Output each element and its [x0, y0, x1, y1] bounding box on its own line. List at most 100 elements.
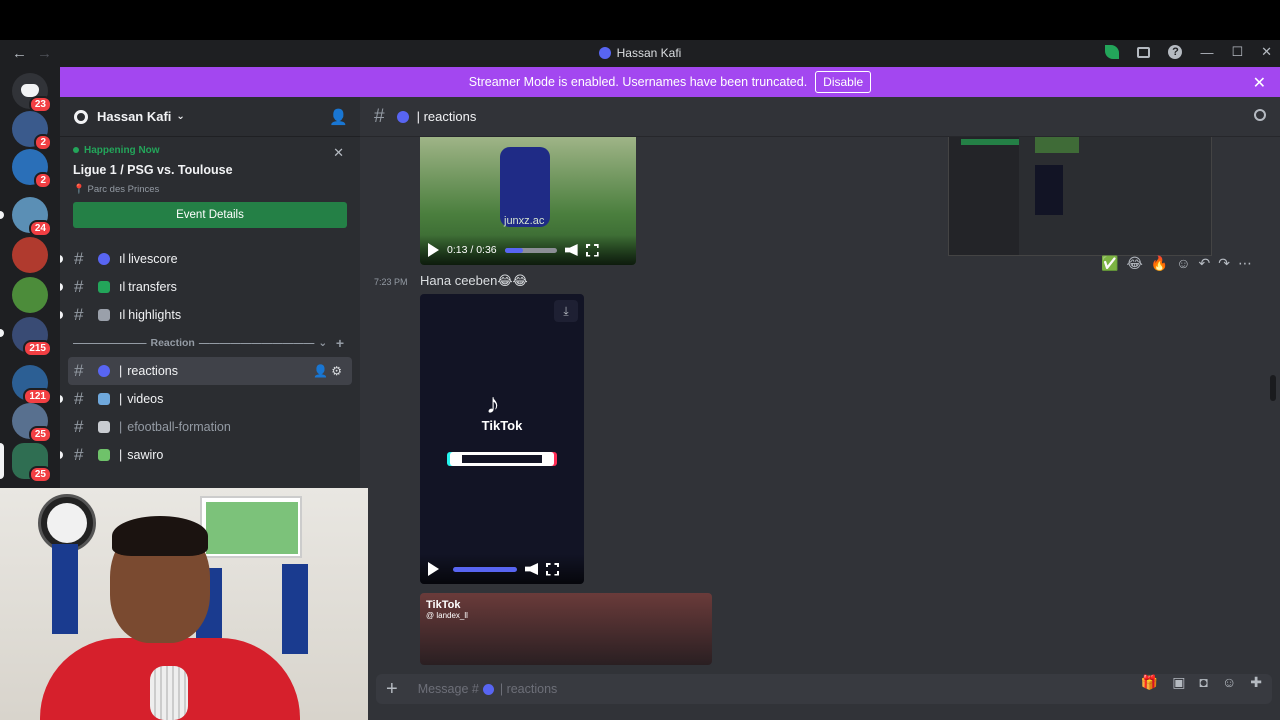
- image-emoji-icon: [98, 449, 110, 461]
- video-attachment[interactable]: junxz.ac 0:13 / 0:36: [420, 137, 636, 265]
- hash-icon: #: [74, 249, 84, 268]
- preview-video: [1035, 137, 1079, 153]
- add-attachment-icon[interactable]: +: [386, 678, 398, 701]
- server-icon[interactable]: 215: [12, 317, 52, 357]
- unread-indicator: [60, 451, 63, 459]
- help-icon[interactable]: ?: [1168, 45, 1183, 59]
- category-line: ———————————: [198, 337, 315, 349]
- maximize-icon[interactable]: ☐: [1231, 44, 1243, 60]
- channel-list: # ıl livescore # ıl transfers # ıl highl…: [60, 245, 360, 469]
- globe-emoji-icon: [98, 253, 110, 265]
- video-progress[interactable]: [504, 247, 557, 253]
- volume-icon[interactable]: [525, 563, 538, 575]
- reaction-check[interactable]: ✅: [1101, 255, 1118, 272]
- gift-icon[interactable]: 🎁: [1141, 674, 1158, 691]
- location-pin-icon: 📍: [73, 184, 85, 195]
- channel-prefix: ıl: [119, 280, 126, 294]
- emoji-icon[interactable]: ☺: [1222, 674, 1236, 691]
- channel-livescore[interactable]: # ıl livescore: [60, 245, 352, 273]
- pitch: [206, 502, 298, 554]
- channel-title: | reactions: [416, 109, 477, 124]
- event-status: Happening Now: [73, 145, 347, 156]
- reply-icon[interactable]: ↶: [1199, 255, 1211, 272]
- window-titlebar: ← → Hassan Kafi ? — ☐ ✕: [0, 40, 1280, 67]
- search-icon[interactable]: [1254, 109, 1266, 121]
- video-progress[interactable]: [453, 566, 517, 572]
- scrollbar-thumb[interactable]: [1270, 375, 1276, 401]
- nitro-leaf-icon[interactable]: [1105, 45, 1120, 59]
- server-icon[interactable]: 121: [12, 365, 52, 405]
- video-attachment[interactable]: TikTok @ landex_ll: [420, 593, 712, 665]
- server-icon[interactable]: 2: [12, 111, 52, 151]
- channel-reactions[interactable]: # | reactions 👤 ⚙: [68, 357, 352, 385]
- server-icon[interactable]: [12, 277, 48, 313]
- create-channel-icon[interactable]: +: [336, 335, 344, 351]
- disable-button[interactable]: Disable: [815, 71, 872, 93]
- close-window-icon[interactable]: ✕: [1261, 44, 1272, 60]
- gear-icon[interactable]: ⚙: [331, 364, 342, 378]
- download-icon[interactable]: ⤓: [554, 300, 578, 322]
- server-icon-active[interactable]: 25: [12, 443, 52, 483]
- close-event-icon[interactable]: ✕: [333, 145, 344, 161]
- volume-icon[interactable]: [564, 244, 578, 256]
- channel-videos[interactable]: # | videos: [60, 385, 352, 413]
- close-banner-icon[interactable]: ✕: [1253, 73, 1266, 93]
- gif-icon[interactable]: ▣: [1172, 674, 1185, 691]
- play-icon[interactable]: [428, 562, 439, 576]
- server-header[interactable]: Hassan Kafi ⌄ 👤: [60, 97, 360, 137]
- fullscreen-icon[interactable]: [585, 243, 599, 257]
- play-icon[interactable]: [428, 243, 439, 257]
- globe-emoji-icon: [482, 683, 494, 695]
- more-options-icon[interactable]: ⋯: [1238, 255, 1252, 272]
- server-icon[interactable]: 2: [12, 149, 52, 189]
- minimize-icon[interactable]: —: [1200, 45, 1213, 60]
- invite-member-icon[interactable]: 👤: [313, 364, 328, 378]
- unread-pill: [0, 211, 4, 219]
- webcam-overlay: [0, 488, 368, 720]
- category-reaction[interactable]: ——————— Reaction ——————————— ⌄ +: [60, 329, 360, 357]
- server-icon[interactable]: [12, 237, 48, 273]
- hash-icon: #: [74, 361, 84, 380]
- channel-efootball-formation[interactable]: # | efootball-formation: [60, 413, 352, 441]
- loading-bar: [450, 452, 554, 466]
- fullscreen-icon[interactable]: [546, 562, 559, 576]
- add-reaction-icon[interactable]: ☺: [1176, 255, 1190, 272]
- event-details-button[interactable]: Event Details: [73, 202, 347, 228]
- reaction-laugh[interactable]: 😂: [1126, 255, 1142, 272]
- channel-transfers[interactable]: # ıl transfers: [60, 273, 352, 301]
- preview-tiktok: [1035, 165, 1063, 215]
- badge: 2: [34, 134, 52, 151]
- channel-label: sawiro: [127, 448, 164, 462]
- home-button[interactable]: 23: [12, 73, 52, 113]
- tiktok-video[interactable]: ⤓ ♪ TikTok: [420, 294, 584, 584]
- hash-icon: #: [74, 417, 84, 436]
- banner-text: Streamer Mode is enabled. Usernames have…: [468, 75, 808, 89]
- server-icon[interactable]: 24: [12, 197, 52, 237]
- placeholder-text: Message #: [417, 682, 479, 696]
- channel-tools: 👤 ⚙: [313, 364, 342, 378]
- scarf: [52, 544, 78, 634]
- channel-highlights[interactable]: # ıl highlights: [60, 301, 352, 329]
- channel-sawiro[interactable]: # | sawiro: [60, 441, 352, 469]
- invite-icon[interactable]: 👤: [329, 108, 348, 126]
- channel-prefix: |: [119, 448, 123, 462]
- apps-icon[interactable]: ✚: [1250, 674, 1262, 691]
- channel-prefix: ıl: [119, 252, 126, 266]
- category-line: ———————: [73, 337, 147, 349]
- forward-icon[interactable]: ↷: [1218, 255, 1230, 272]
- unread-indicator: [60, 395, 63, 403]
- reaction-fire[interactable]: 🔥: [1151, 255, 1168, 272]
- chevron-down-icon: ⌄: [318, 337, 328, 349]
- tv-emoji-icon: [98, 393, 110, 405]
- category-label: Reaction: [150, 337, 195, 349]
- server-icon[interactable]: 25: [12, 403, 52, 443]
- unread-pill: [0, 329, 4, 337]
- selected-pill: [0, 443, 4, 479]
- hash-icon: #: [74, 445, 84, 464]
- hash-icon: #: [74, 277, 84, 296]
- sticker-icon[interactable]: ◘: [1200, 674, 1208, 691]
- message-input[interactable]: + Message # | reactions: [376, 674, 1272, 704]
- inbox-icon[interactable]: [1137, 46, 1151, 58]
- composer-tools: 🎁 ▣ ◘ ☺ ✚: [1141, 674, 1262, 691]
- channel-prefix: ıl: [119, 308, 126, 322]
